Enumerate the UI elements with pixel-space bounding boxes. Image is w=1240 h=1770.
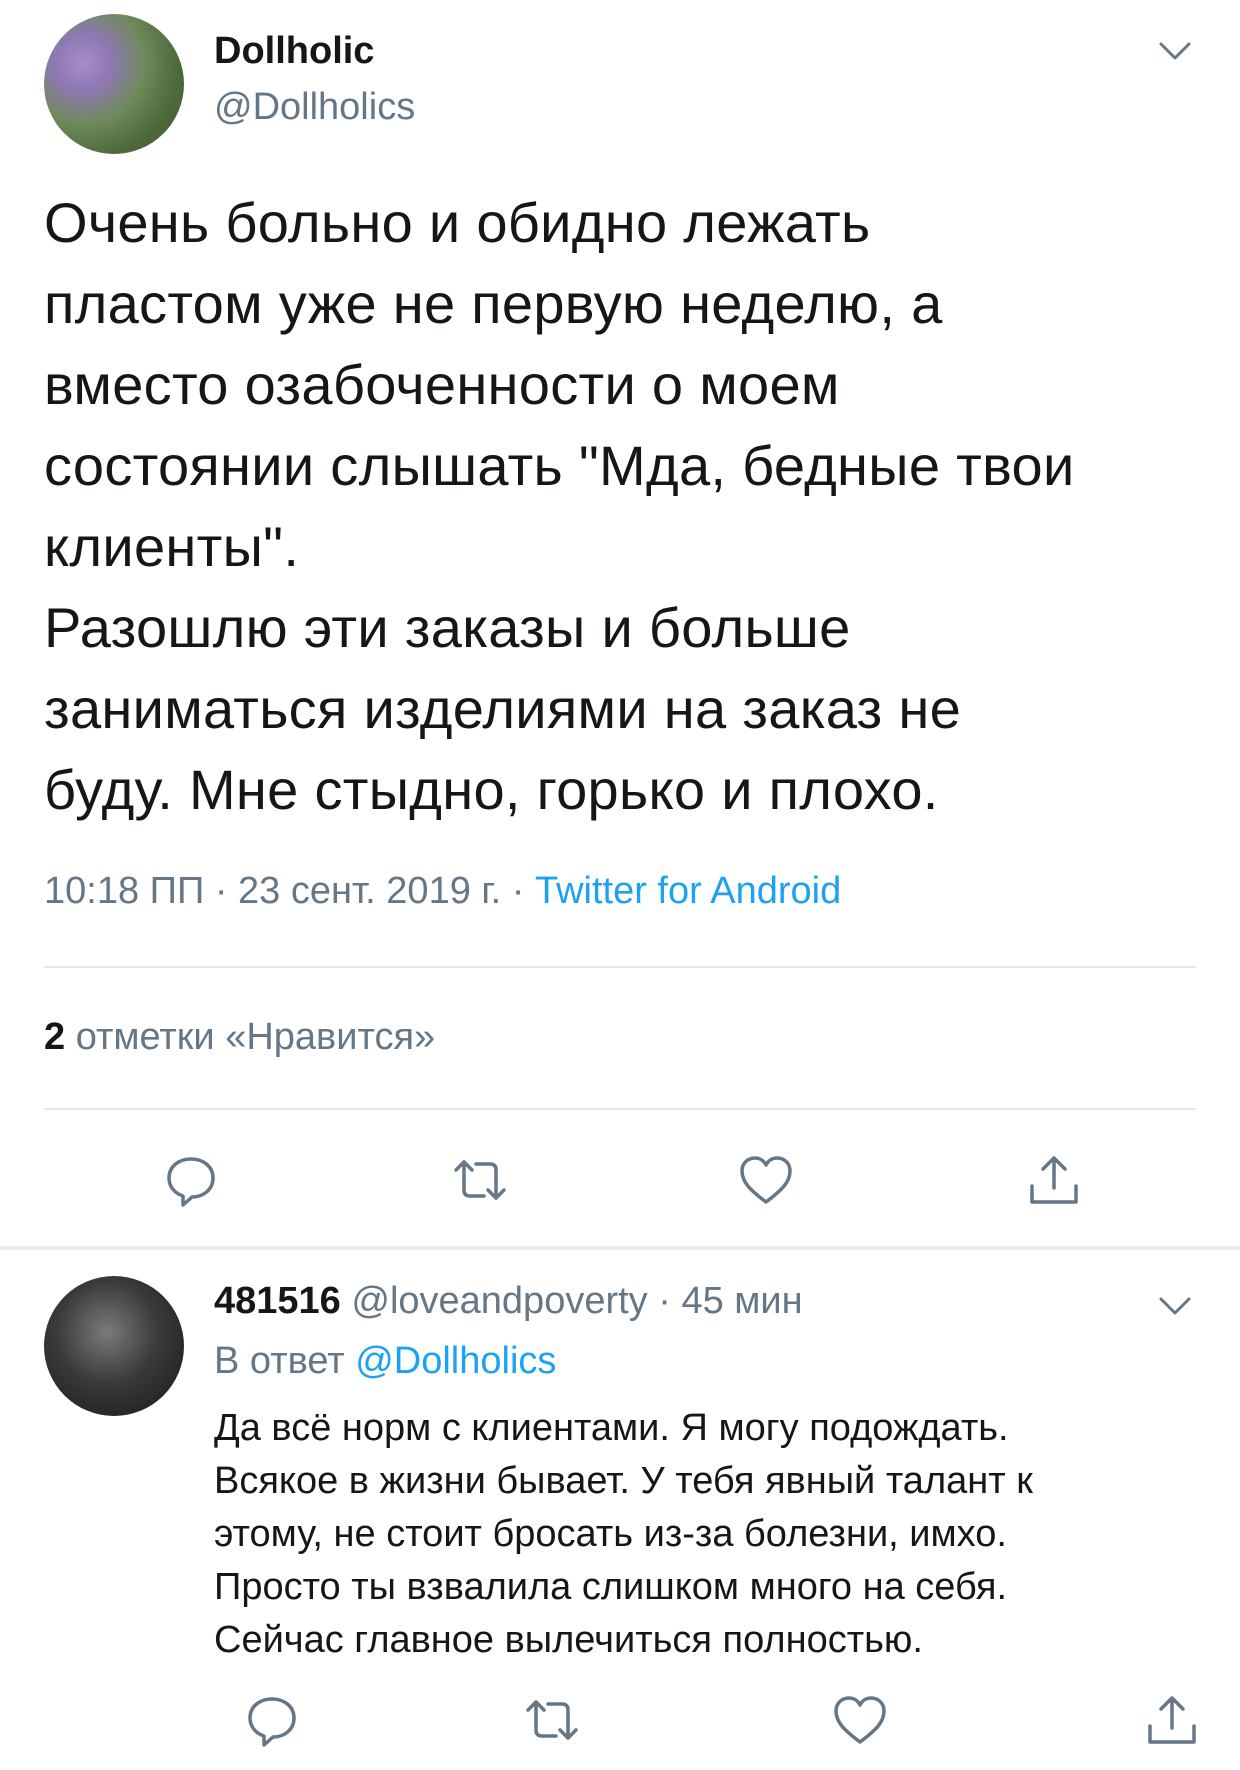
tweet-meta: 10:18 ПП · 23 сент. 2019 г. · Twitter fo… <box>44 870 841 913</box>
replying-to-mention[interactable]: @Dollholics <box>355 1340 556 1382</box>
like-icon <box>740 1156 792 1204</box>
reply-author-avatar[interactable] <box>44 1276 184 1416</box>
section-divider <box>0 1246 1240 1250</box>
reply-text: Да всё норм с клиентами. Я могу подождат… <box>214 1407 1033 1661</box>
reply-share-button[interactable] <box>1136 1684 1208 1756</box>
retweet-icon <box>526 1700 578 1740</box>
reply-icon <box>248 1697 296 1747</box>
author-handle[interactable]: @Dollholics <box>214 86 415 129</box>
reply-button[interactable] <box>155 1144 227 1216</box>
reply-icon <box>167 1157 215 1207</box>
like-button[interactable] <box>730 1144 802 1216</box>
author-display-name[interactable]: Dollholic <box>214 30 374 73</box>
likes-label: отметки «Нравится» <box>65 1016 436 1058</box>
share-button[interactable] <box>1018 1144 1090 1216</box>
retweet-button[interactable] <box>444 1144 516 1216</box>
chevron-down-icon[interactable] <box>1153 1283 1197 1327</box>
reply-author-handle[interactable]: @loveandpoverty <box>351 1280 647 1322</box>
likes-count[interactable]: 2 отметки «Нравится» <box>44 1016 435 1059</box>
author-avatar[interactable] <box>44 14 184 154</box>
reply-like-button[interactable] <box>824 1684 896 1756</box>
reply-reply-button[interactable] <box>236 1684 308 1756</box>
reply-header: 481516 @loveandpoverty · 45 мин <box>214 1280 803 1323</box>
retweet-icon <box>454 1160 506 1200</box>
divider <box>44 966 1196 968</box>
share-icon <box>1148 1696 1196 1744</box>
tweet-source-link[interactable]: Twitter for Android <box>535 870 841 912</box>
divider <box>44 1108 1196 1110</box>
share-icon <box>1030 1156 1078 1204</box>
chevron-down-icon[interactable] <box>1153 28 1197 72</box>
tweet-timestamp: 10:18 ПП · 23 сент. 2019 г. · <box>44 870 535 912</box>
tweet-text: Очень больно и обидно лежать пластом уже… <box>44 191 1075 821</box>
reply-retweet-button[interactable] <box>516 1684 588 1756</box>
replying-to: В ответ @Dollholics <box>214 1340 556 1383</box>
reply-timestamp: · 45 мин <box>647 1280 803 1322</box>
replying-to-label: В ответ <box>214 1340 356 1382</box>
like-icon <box>834 1696 886 1744</box>
likes-number: 2 <box>44 1016 66 1058</box>
reply-author-display-name[interactable]: 481516 <box>214 1280 341 1322</box>
